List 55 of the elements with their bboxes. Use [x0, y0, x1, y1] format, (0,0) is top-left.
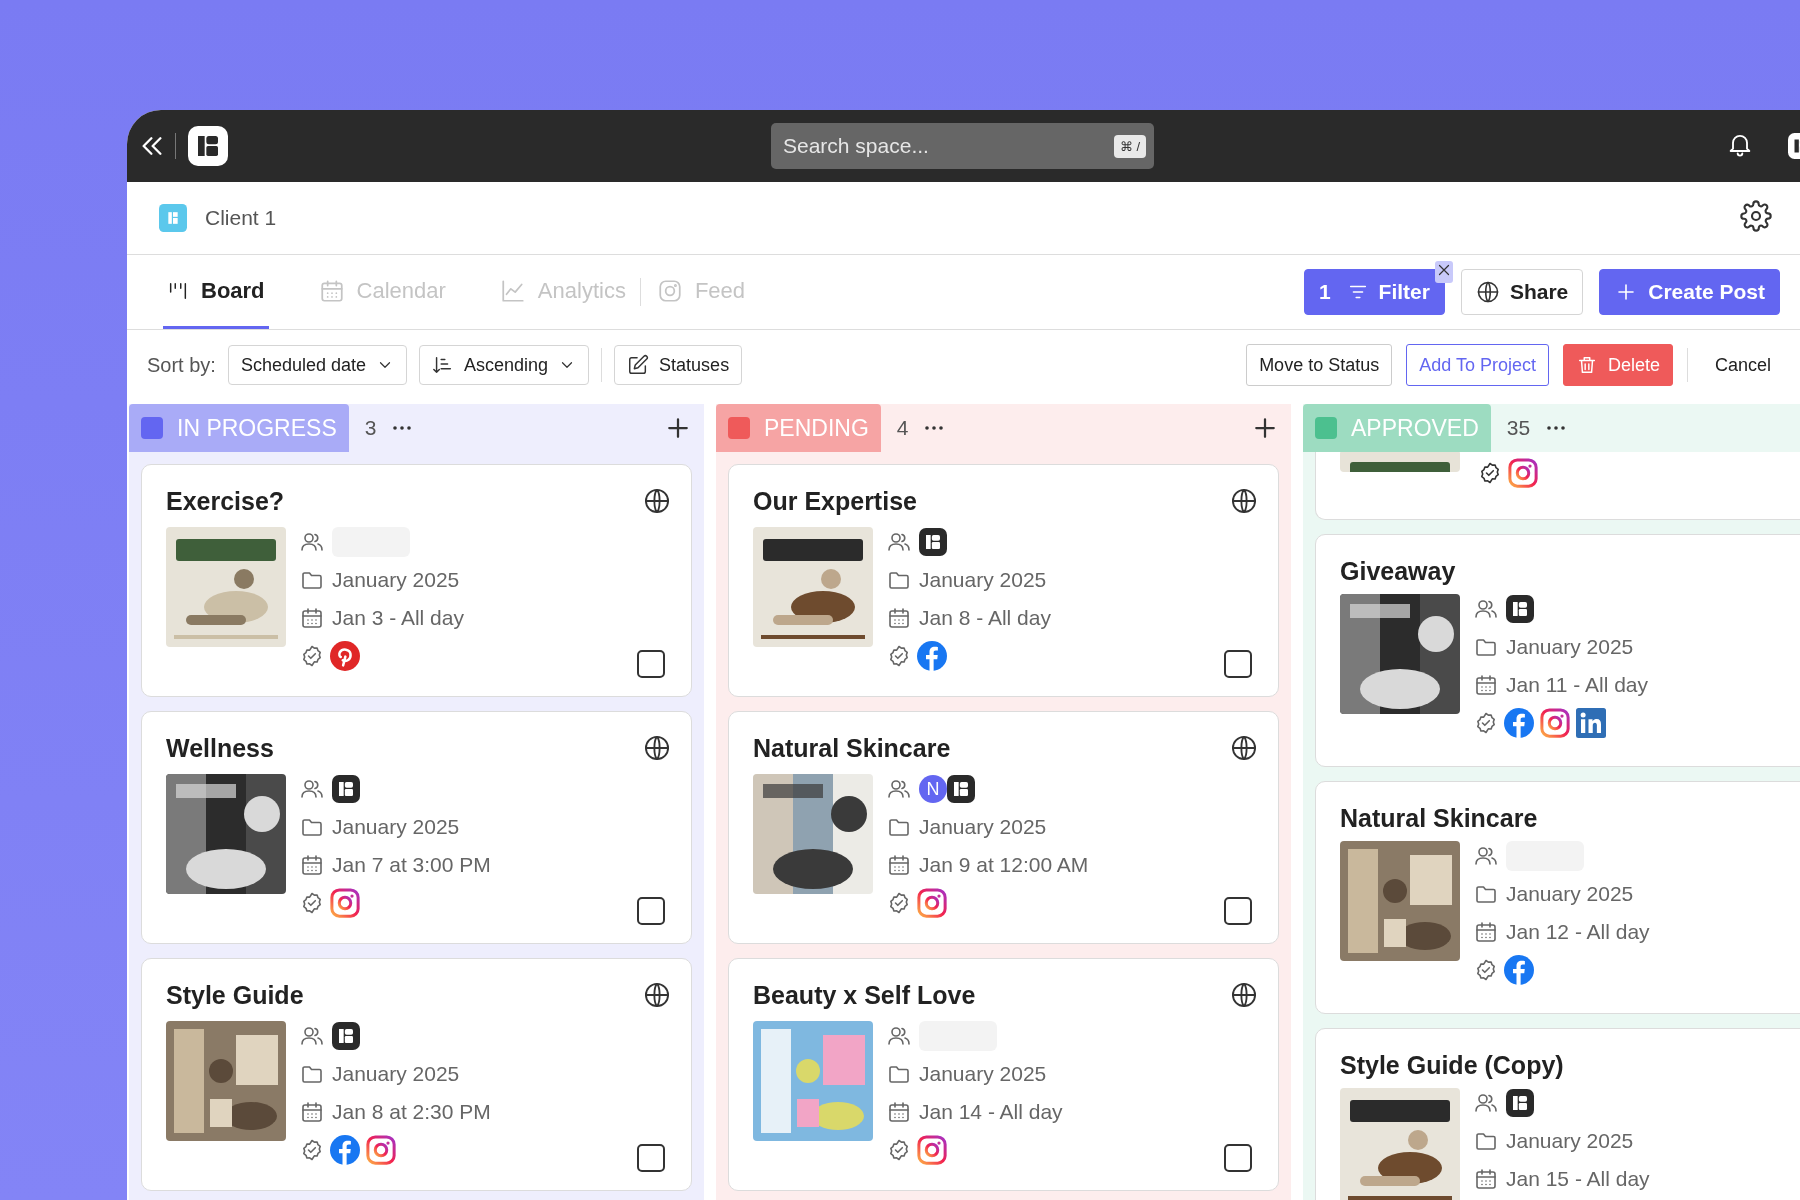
post-title: Beauty x Self Love: [753, 981, 977, 1011]
post-title: Giveaway: [1340, 557, 1457, 586]
card-count: 35: [1506, 416, 1531, 440]
add-to-project-button[interactable]: Add To Project: [1406, 344, 1549, 386]
post-title: Natural Skincare: [1340, 804, 1539, 833]
post-card[interactable]: Natural Skincare January 2025 Jan 12 - All day: [1315, 781, 1800, 1014]
project-label: January 2025: [1506, 635, 1634, 659]
post-title: Exercise?: [166, 487, 286, 517]
schedule-date: Jan 8 - All day: [919, 606, 1051, 630]
project-label: January 2025: [919, 815, 1047, 839]
move-to-status-button[interactable]: Move to Status: [1246, 344, 1393, 386]
schedule-date: Jan 9 at 12:00 AM: [919, 853, 1089, 877]
project-label: January 2025: [332, 1062, 460, 1086]
statuses-button[interactable]: Statuses: [614, 345, 743, 385]
schedule-date: Jan 15 - All day: [1506, 1167, 1650, 1191]
filter-button[interactable]: 1 Filter: [1303, 269, 1445, 315]
create-post-button[interactable]: Create Post: [1599, 269, 1780, 315]
schedule-date: Jan 8 at 2:30 PM: [332, 1100, 491, 1124]
sort-order-dropdown[interactable]: Ascending: [419, 345, 590, 385]
project-label: January 2025: [919, 1062, 1047, 1086]
post-card[interactable]: Natural Skincare N January 2025 Jan 9 at 12:00 AM: [728, 711, 1279, 944]
shortcut-hint: ⌘ /: [1113, 135, 1146, 158]
card-count: 4: [896, 416, 909, 440]
schedule-date: Jan 3 - All day: [332, 606, 464, 630]
post-title: Natural Skincare: [753, 734, 952, 764]
post-title: Wellness: [166, 734, 275, 764]
status-label: PENDING: [716, 404, 881, 452]
post-card[interactable]: Exercise? January 2025 Jan 3 - All day: [141, 464, 692, 697]
status-label: IN PROGRESS: [129, 404, 349, 452]
share-button[interactable]: Share: [1460, 269, 1584, 315]
project-label: January 2025: [1506, 1129, 1634, 1153]
project-label: January 2025: [332, 815, 460, 839]
schedule-date: Jan 11 - All day: [1506, 673, 1649, 697]
schedule-date: Jan 14 - All day: [919, 1100, 1063, 1124]
post-card[interactable]: Beauty x Self Love January 2025 Jan 14 - All day: [728, 958, 1279, 1191]
sort-label: Sort by:: [147, 353, 216, 377]
post-card[interactable]: Our Expertise January 2025 Jan 8 - All day: [728, 464, 1279, 697]
space-name: Client 1: [205, 206, 277, 230]
user-avatar: N: [919, 775, 947, 803]
project-label: January 2025: [332, 568, 460, 592]
post-card[interactable]: Wellness January 2025 Jan 7 at 3:00 PM: [141, 711, 692, 944]
post-card[interactable]: Style Guide January 2025 Jan 8 at 2:30 PM: [141, 958, 692, 1191]
schedule-date: Jan 12 - All day: [1506, 920, 1650, 944]
card-count: 3: [364, 416, 377, 440]
schedule-date: Jan 7 at 3:00 PM: [332, 853, 491, 877]
sort-field-dropdown[interactable]: Scheduled date: [227, 345, 408, 385]
post-card[interactable]: Style Guide (Copy) January 2025 Jan 15 - All day: [1315, 1028, 1800, 1200]
project-label: January 2025: [1506, 882, 1634, 906]
status-label: APPROVED: [1303, 404, 1491, 452]
post-title: Style Guide: [166, 981, 305, 1011]
post-title: Our Expertise: [753, 487, 918, 517]
post-card[interactable]: Giveaway January 2025 Jan 11 - All day: [1315, 534, 1800, 767]
post-title: Style Guide (Copy): [1340, 1051, 1565, 1080]
project-label: January 2025: [919, 568, 1047, 592]
view-tab[interactable]: Board: [163, 255, 269, 329]
